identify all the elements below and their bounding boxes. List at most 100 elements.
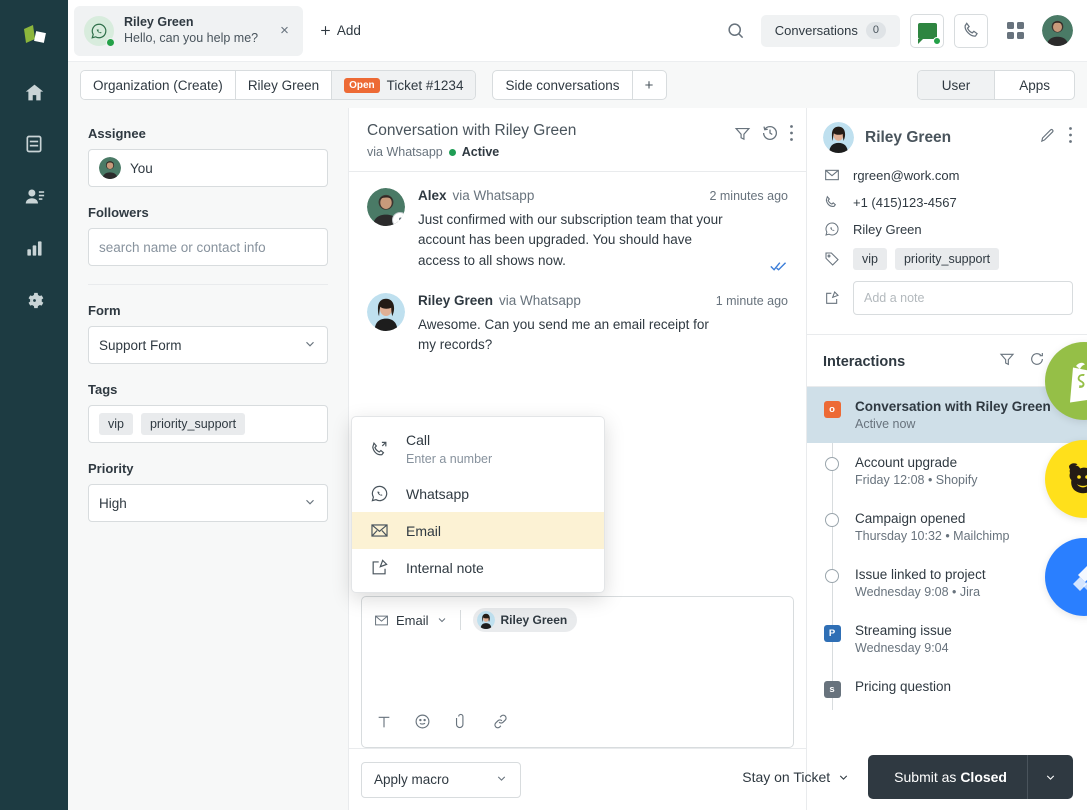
menu-item-whatsapp[interactable]: Whatsapp <box>352 475 604 512</box>
nav-analytics-icon[interactable] <box>14 228 54 268</box>
channel-dropdown-menu: Call Enter a number Whatsapp Email Inter… <box>351 416 605 593</box>
add-tab-button[interactable]: Add <box>319 23 361 38</box>
search-icon[interactable] <box>721 16 751 46</box>
mailchimp-logo[interactable] <box>1045 440 1087 518</box>
tags-field[interactable]: vip priority_support <box>88 405 328 443</box>
shopify-logo[interactable] <box>1045 342 1087 420</box>
conversation-via: via Whatsapp <box>367 145 443 159</box>
message-composer[interactable]: Email Riley Green <box>361 596 794 748</box>
form-select[interactable]: Support Form <box>88 326 328 364</box>
interaction-item[interactable]: s Pricing question <box>807 667 1087 710</box>
stay-on-ticket-select[interactable]: Stay on Ticket <box>742 769 850 785</box>
attachment-icon[interactable] <box>453 713 470 735</box>
tab-user[interactable]: User <box>917 71 995 99</box>
nav-contacts-icon[interactable] <box>14 176 54 216</box>
add-note-input[interactable]: Add a note <box>853 281 1073 315</box>
chat-icon[interactable] <box>910 13 944 48</box>
stage: Riley Green Hello, can you help me? × Ad… <box>68 0 1087 810</box>
assignee-value: You <box>130 160 153 176</box>
more-vertical-icon[interactable] <box>1068 126 1073 149</box>
link-icon[interactable] <box>492 713 509 735</box>
contact-tags: vip priority_support <box>853 248 1000 270</box>
avatar <box>99 157 121 179</box>
conversations-pill[interactable]: Conversations 0 <box>760 14 900 47</box>
composer-channel-select[interactable]: Email <box>374 613 448 628</box>
filter-icon[interactable] <box>999 351 1015 372</box>
nav-home-icon[interactable] <box>14 72 54 112</box>
apply-macro-label: Apply macro <box>374 772 450 787</box>
timeline-marker: o <box>823 399 841 431</box>
user-apps-toggle: User Apps <box>916 70 1075 100</box>
interaction-text: Pricing question <box>855 679 951 698</box>
integration-logos <box>1045 342 1087 636</box>
refresh-icon[interactable] <box>1029 351 1045 372</box>
tag-chip[interactable]: vip <box>853 248 887 270</box>
assignee-field[interactable]: You <box>88 149 328 187</box>
menu-item-sublabel: Enter a number <box>406 452 493 466</box>
timeline-marker <box>823 455 841 487</box>
submit-status: Closed <box>960 769 1007 785</box>
side-conversations-button[interactable]: Side conversations <box>493 71 631 99</box>
filter-icon[interactable] <box>734 125 751 147</box>
conversation-panel: Conversation with Riley Green via Whatsa… <box>348 108 807 810</box>
composer-recipient-chip[interactable]: Riley Green <box>472 608 578 632</box>
chevron-down-icon <box>303 337 317 354</box>
breadcrumb-item-organization[interactable]: Organization (Create) <box>81 71 236 99</box>
conversation-tab[interactable]: Riley Green Hello, can you help me? × <box>74 5 303 56</box>
chevron-down-icon <box>495 772 508 788</box>
marker-square: s <box>823 681 841 698</box>
contact-email[interactable]: rgreen@work.com <box>853 168 959 183</box>
phone-icon[interactable] <box>954 13 988 48</box>
timeline-marker: P <box>823 623 841 655</box>
tab-apps[interactable]: Apps <box>994 71 1074 99</box>
submit-dropdown-toggle[interactable] <box>1027 755 1073 799</box>
breadcrumb-item-ticket[interactable]: Open Ticket #1234 <box>332 71 476 99</box>
side-conversations-group: Side conversations + <box>492 70 667 100</box>
submit-as-closed-button[interactable]: Submit as Closed <box>868 755 1073 799</box>
whatsapp-icon <box>84 15 115 47</box>
contact-whatsapp[interactable]: Riley Green <box>853 222 922 237</box>
nav-inbox-icon[interactable] <box>14 124 54 164</box>
timeline-marker <box>823 567 841 599</box>
contact-phone[interactable]: +1 (415)123-4567 <box>853 195 957 210</box>
status-badge: Open <box>344 77 380 93</box>
jira-logo[interactable] <box>1045 538 1087 616</box>
tag-chip[interactable]: priority_support <box>894 248 1000 270</box>
add-side-conversation-icon[interactable]: + <box>631 71 666 99</box>
menu-item-internal-note[interactable]: Internal note <box>352 549 604 586</box>
marker-circle <box>825 513 839 527</box>
pencil-icon[interactable] <box>1039 127 1056 149</box>
apps-grid-icon[interactable] <box>998 13 1032 48</box>
breadcrumb-label: Organization (Create) <box>93 77 223 93</box>
topbar-actions: Conversations 0 <box>721 13 1087 48</box>
interaction-meta: Active now <box>855 417 916 431</box>
history-icon[interactable] <box>761 124 779 147</box>
apply-macro-select[interactable]: Apply macro <box>361 761 521 798</box>
app-logo-icon[interactable] <box>14 16 54 56</box>
submit-prefix: Submit as <box>894 769 961 785</box>
breadcrumb-item-contact[interactable]: Riley Green <box>235 71 333 99</box>
interaction-title: Issue linked to project <box>855 567 986 582</box>
avatar <box>823 122 854 153</box>
text-format-icon[interactable] <box>376 714 392 735</box>
menu-item-email[interactable]: Email <box>352 512 604 549</box>
main-columns: Assignee You Followers search name or co… <box>68 108 1087 810</box>
contact-email-row: rgreen@work.com <box>823 167 1073 183</box>
envelope-icon <box>375 615 388 625</box>
menu-item-call[interactable]: Call Enter a number <box>352 423 604 475</box>
message-channel: via Whatsapp <box>452 188 535 203</box>
more-vertical-icon[interactable] <box>789 124 794 147</box>
contact-header-actions <box>1039 126 1073 149</box>
close-icon[interactable]: × <box>276 19 293 42</box>
note-edit-icon <box>823 290 840 306</box>
followers-field[interactable]: search name or contact info <box>88 228 328 266</box>
priority-select[interactable]: High <box>88 484 328 522</box>
user-avatar[interactable] <box>1042 15 1073 46</box>
marker-square: o <box>823 401 841 418</box>
nav-settings-icon[interactable] <box>14 280 54 320</box>
interaction-text: Streaming issue Wednesday 9:04 <box>855 623 952 655</box>
contact-tags-row: vip priority_support <box>823 248 1073 270</box>
composer-toolbar <box>362 713 793 747</box>
form-label: Form <box>88 303 121 318</box>
emoji-icon[interactable] <box>414 713 431 735</box>
